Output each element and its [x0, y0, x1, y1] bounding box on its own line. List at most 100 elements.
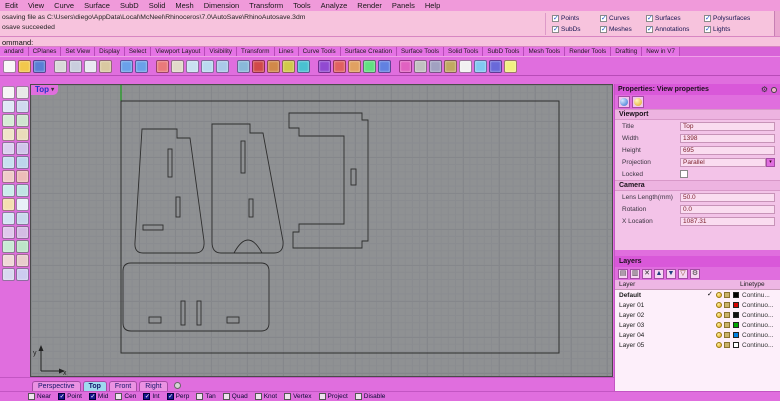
osnap-item[interactable]: Mid [89, 393, 108, 400]
layer-lock-icon[interactable] [724, 292, 730, 298]
pan-view-icon[interactable] [171, 60, 184, 73]
scale-icon[interactable] [282, 60, 295, 73]
chamfer-edge-icon[interactable] [16, 240, 29, 253]
fillet-icon[interactable] [378, 60, 391, 73]
layer-linetype[interactable]: Continu... [742, 292, 778, 299]
menu-item[interactable]: Surface [79, 1, 115, 10]
width-input[interactable]: 1398 [680, 134, 775, 143]
layers-panel-header[interactable]: Layers [615, 256, 780, 267]
menu-item[interactable]: Help [420, 1, 445, 10]
rotate-view-icon[interactable] [216, 60, 229, 73]
toolbar-tab[interactable]: Render Tools [565, 47, 611, 56]
layer-linetype[interactable]: Continuo... [742, 312, 778, 319]
polyline-tool-icon[interactable] [2, 100, 15, 113]
toolbar-tab[interactable]: CPlanes [29, 47, 62, 56]
helix-tool-icon[interactable] [16, 142, 29, 155]
layer-lock-icon[interactable] [724, 332, 730, 338]
viewport-tab[interactable]: Perspective [32, 381, 81, 391]
sphere-tool-icon[interactable] [16, 198, 29, 211]
layer-lock-icon[interactable] [724, 312, 730, 318]
menu-item[interactable]: Render [352, 1, 387, 10]
layer-visibility-bulb-icon[interactable] [716, 312, 722, 318]
chevron-down-icon[interactable] [766, 158, 775, 167]
toolbar-tab[interactable]: andard [0, 47, 29, 56]
viewport-tab[interactable]: Front [109, 381, 137, 391]
open-file-icon[interactable] [18, 60, 31, 73]
boolean-union-icon[interactable] [2, 226, 15, 239]
select-tool-icon[interactable] [2, 86, 15, 99]
arc-tool-icon[interactable] [16, 114, 29, 127]
selection-filter-item[interactable]: Meshes [600, 26, 646, 33]
join-icon[interactable] [363, 60, 376, 73]
menu-item[interactable]: Mesh [170, 1, 198, 10]
circle-tool-icon[interactable] [2, 114, 15, 127]
menu-item[interactable]: Curve [49, 1, 79, 10]
title-input[interactable]: Top [680, 122, 775, 131]
sweep-tool-icon[interactable] [16, 184, 29, 197]
layer-settings-icon[interactable]: ⚙ [690, 269, 700, 279]
filter-icon[interactable]: ▽ [678, 269, 688, 279]
selection-filter-item[interactable]: Points [552, 15, 600, 22]
redo-icon[interactable] [135, 60, 148, 73]
render-icon[interactable] [489, 60, 502, 73]
layer-row[interactable]: Layer 01 Continuo... [615, 300, 780, 310]
layer-lock-icon[interactable] [724, 322, 730, 328]
selection-filter-item[interactable]: Lights [704, 26, 770, 33]
osnap-item[interactable]: Disable [355, 393, 386, 400]
selection-filter-item[interactable]: Annotations [646, 26, 704, 33]
zoom-window-icon[interactable] [186, 60, 199, 73]
layer-color-swatch[interactable] [733, 292, 739, 298]
toolbar-tab[interactable]: Surface Creation [341, 47, 397, 56]
new-layer-icon[interactable]: ▤ [618, 269, 628, 279]
revolve-tool-icon[interactable] [2, 184, 15, 197]
curve-tool-icon[interactable] [2, 142, 15, 155]
mirror-tool-icon[interactable] [16, 268, 29, 281]
viewport-tab[interactable]: Right [139, 381, 167, 391]
fillet-edge-icon[interactable] [2, 240, 15, 253]
layer-visibility-bulb-icon[interactable] [716, 292, 722, 298]
osnap-item[interactable]: Int [143, 393, 159, 400]
layer-name[interactable]: Layer 01 [619, 302, 707, 309]
layer-name[interactable]: Layer 03 [619, 322, 707, 329]
move-tool-icon[interactable] [2, 254, 15, 267]
layer-linetype[interactable]: Continuo... [742, 342, 778, 349]
layer-row[interactable]: Layer 04 Continuo... [615, 330, 780, 340]
toolbar-tab[interactable]: Drafting [611, 47, 642, 56]
surface-tool-icon[interactable] [2, 156, 15, 169]
layer-lock-icon[interactable] [724, 342, 730, 348]
menu-item[interactable]: SubD [115, 1, 144, 10]
polygon-tool-icon[interactable] [16, 128, 29, 141]
viewport-tab-menu-icon[interactable] [174, 382, 181, 389]
osnap-item[interactable]: Vertex [284, 393, 311, 400]
viewport-tab[interactable]: Top [83, 381, 107, 391]
selection-filter-item[interactable]: Polysurfaces [704, 15, 770, 22]
cone-tool-icon[interactable] [16, 212, 29, 225]
osnap-item[interactable]: Tan [196, 393, 215, 400]
offset-icon[interactable] [399, 60, 412, 73]
menu-item[interactable]: Edit [0, 1, 23, 10]
layer-color-swatch[interactable] [733, 332, 739, 338]
layer-color-swatch[interactable] [733, 302, 739, 308]
x-location-input[interactable]: 1087.31 [680, 217, 775, 226]
toolbar-tab[interactable]: New in V7 [642, 47, 680, 56]
toolbar-tab[interactable]: Display [95, 47, 125, 56]
paste-icon[interactable] [99, 60, 112, 73]
osnap-item[interactable]: Near [28, 393, 51, 400]
command-history-area[interactable]: osaving file as C:\Users\diego\AppData\L… [0, 11, 780, 37]
layer-name[interactable]: Layer 05 [619, 342, 707, 349]
gear-icon[interactable]: ⚙ [761, 86, 768, 94]
rotation-input[interactable]: 0.0 [680, 205, 775, 214]
array-icon[interactable] [318, 60, 331, 73]
layer-row[interactable]: Layer 02 Continuo... [615, 310, 780, 320]
selection-filter-item[interactable]: Surfaces [646, 15, 704, 22]
layer-linetype[interactable]: Continuo... [742, 322, 778, 329]
osnap-item[interactable]: Point [58, 393, 82, 400]
move-up-icon[interactable]: ▲ [654, 269, 664, 279]
toolbar-tab[interactable]: Solid Tools [444, 47, 483, 56]
loft-tool-icon[interactable] [16, 170, 29, 183]
viewport-title-menu[interactable]: Top [31, 85, 58, 95]
menu-item[interactable]: Dimension [199, 1, 244, 10]
layer-row[interactable]: Layer 03 Continuo... [615, 320, 780, 330]
point-tool-icon[interactable] [16, 86, 29, 99]
osnap-item[interactable]: Perp [167, 393, 190, 400]
